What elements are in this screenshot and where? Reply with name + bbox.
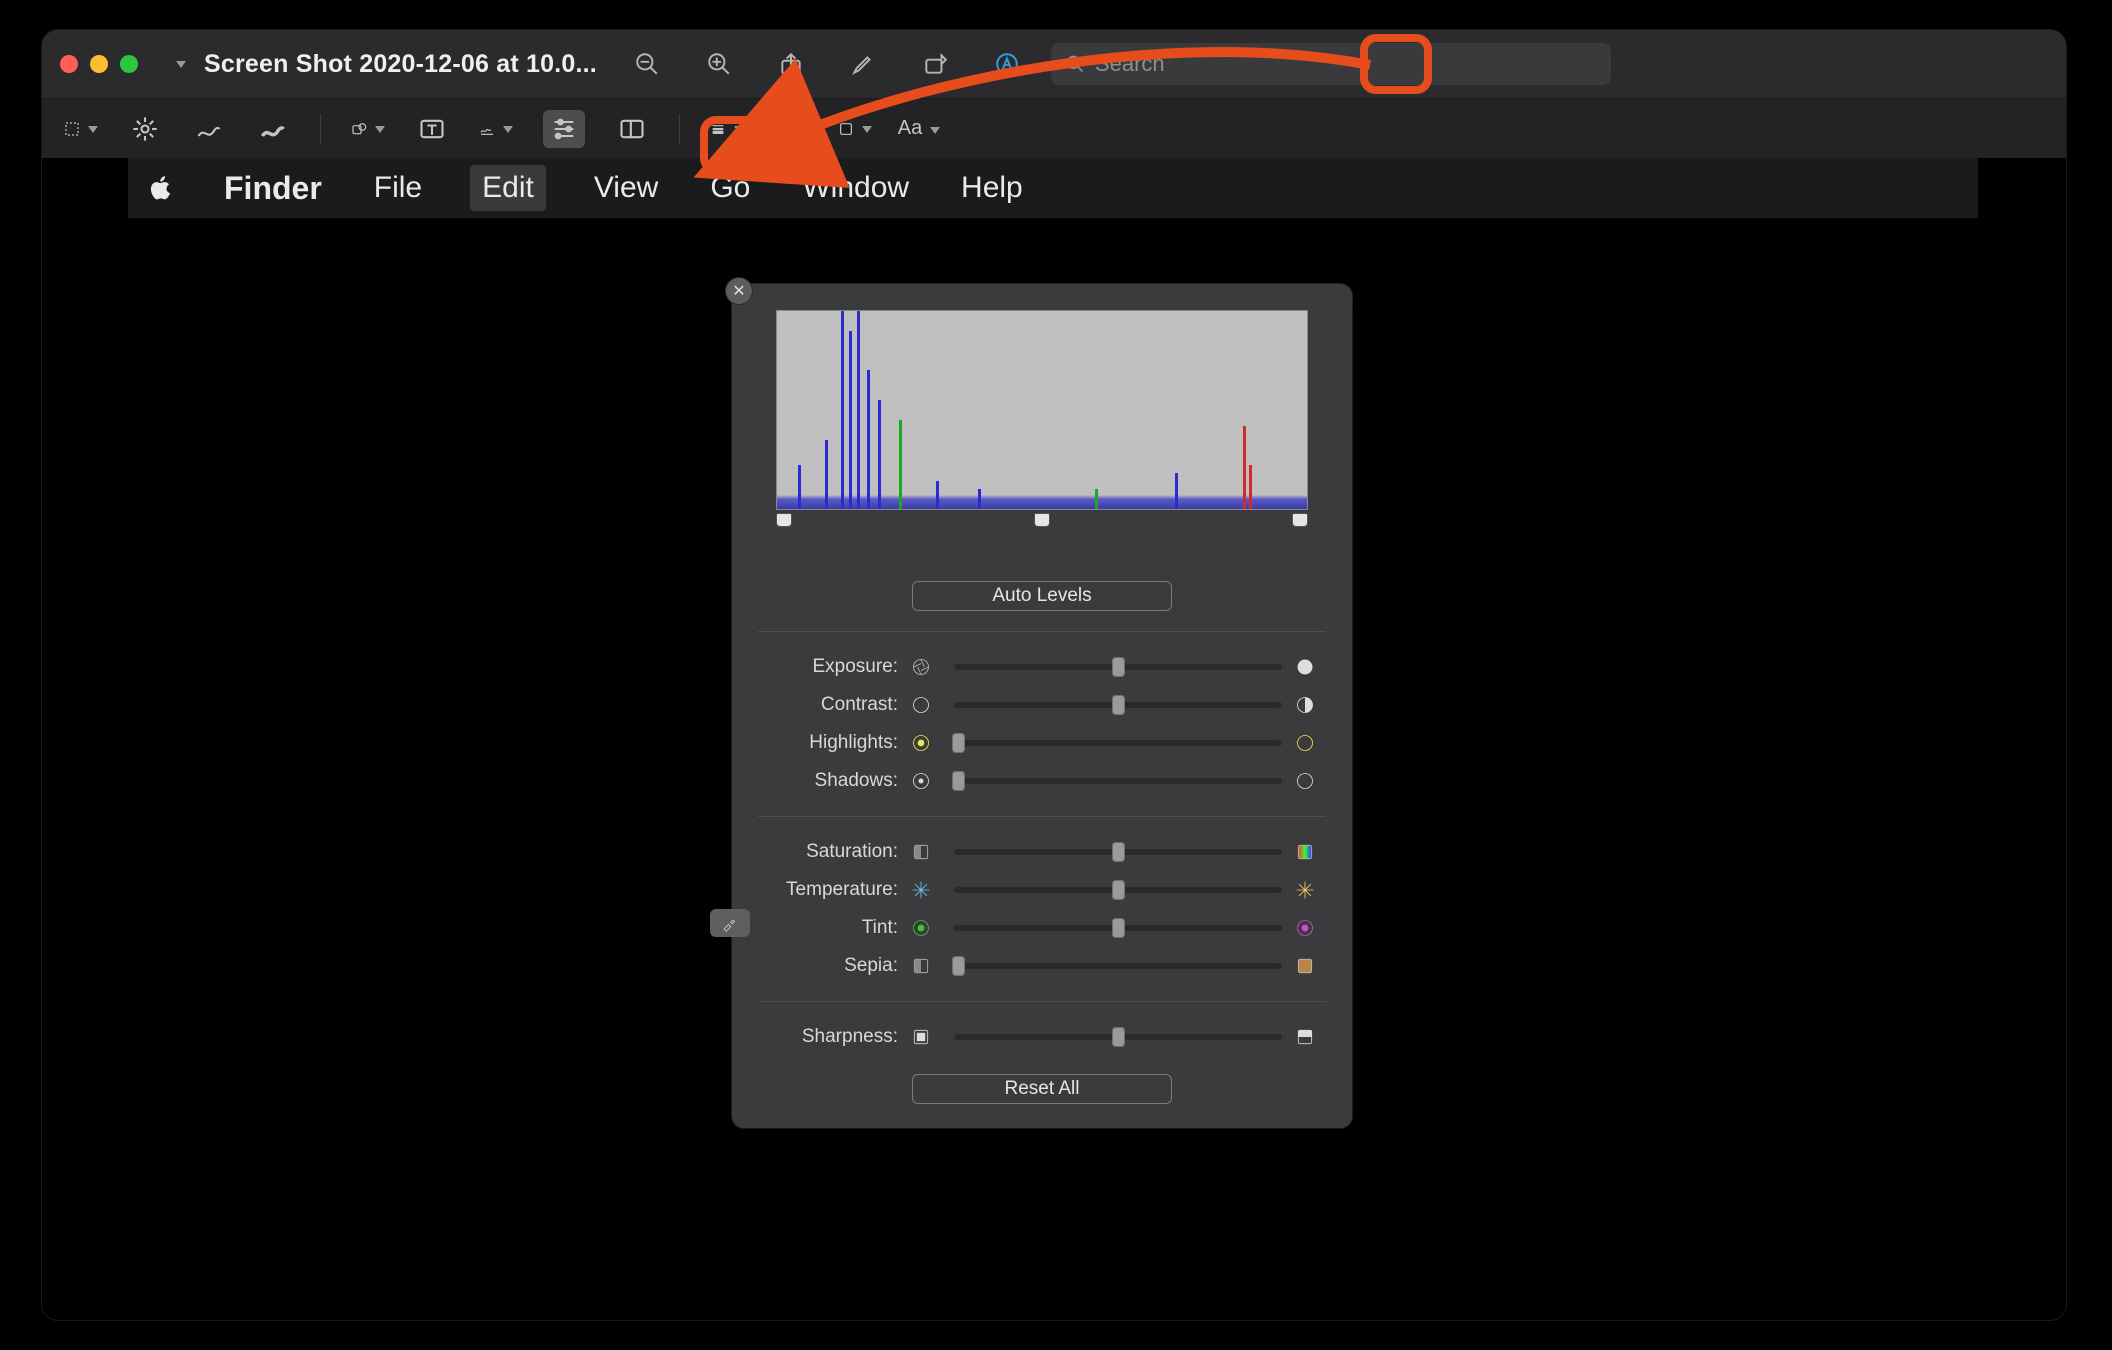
- highlights-row: Highlights:: [758, 724, 1326, 762]
- saturation-high-icon: [1294, 841, 1316, 863]
- captured-menubar: Finder File Edit View Go Window Help: [128, 158, 1978, 218]
- selection-tool[interactable]: [64, 112, 98, 146]
- aperture-closed-icon: [1294, 656, 1316, 678]
- menubar-app: Finder: [220, 164, 326, 213]
- tint-label: Tint:: [758, 917, 898, 939]
- popover-close-button[interactable]: ✕: [726, 278, 752, 304]
- zoom-in-icon[interactable]: [705, 50, 733, 78]
- adjust-color-tool[interactable]: [543, 110, 585, 148]
- apple-logo-icon: [146, 173, 176, 203]
- sign-tool[interactable]: [479, 112, 513, 146]
- sepia-high-icon: [1294, 955, 1316, 977]
- shapes-tool[interactable]: [351, 112, 385, 146]
- sepia-slider[interactable]: [954, 963, 1282, 969]
- annotation-arrow: [770, 40, 1390, 150]
- saturation-slider[interactable]: [954, 849, 1282, 855]
- saturation-low-icon: [910, 841, 932, 863]
- sharpness-label: Sharpness:: [758, 1026, 898, 1048]
- temperature-label: Temperature:: [758, 879, 898, 901]
- contrast-row: Contrast:: [758, 686, 1326, 724]
- adjust-size-tool[interactable]: [615, 112, 649, 146]
- shadows-slider[interactable]: [954, 778, 1282, 784]
- exposure-slider[interactable]: [954, 664, 1282, 670]
- contrast-high-icon: [1294, 694, 1316, 716]
- auto-levels-button[interactable]: Auto Levels: [912, 581, 1172, 611]
- content-area: Finder File Edit View Go Window Help ✕: [42, 158, 2066, 1320]
- tint-row: Tint:: [758, 909, 1326, 947]
- highlights-label: Highlights:: [758, 732, 898, 754]
- tint-magenta-icon: [1294, 917, 1316, 939]
- exposure-label: Exposure:: [758, 656, 898, 678]
- levels-handle-highlights[interactable]: [1292, 513, 1308, 527]
- saturation-label: Saturation:: [758, 841, 898, 863]
- menu-view: View: [590, 165, 662, 211]
- eyedropper-button[interactable]: [710, 909, 750, 937]
- saturation-row: Saturation:: [758, 833, 1326, 871]
- histogram: [776, 310, 1308, 510]
- menu-help: Help: [957, 165, 1027, 211]
- contrast-low-icon: [910, 694, 932, 716]
- shadows-high-icon: [1294, 770, 1316, 792]
- window-title: Screen Shot 2020-12-06 at 10.0...: [204, 50, 597, 79]
- menu-window: Window: [798, 165, 913, 211]
- sketch-tool[interactable]: [192, 112, 226, 146]
- highlights-high-icon: [1294, 732, 1316, 754]
- highlights-slider[interactable]: [954, 740, 1282, 746]
- highlights-low-icon: [910, 732, 932, 754]
- adjust-color-popover: ✕: [732, 284, 1352, 1128]
- minimize-window-button[interactable]: [90, 55, 108, 73]
- sharpness-high-icon: [1294, 1026, 1316, 1048]
- temperature-row: Temperature:: [758, 871, 1326, 909]
- tint-green-icon: [910, 917, 932, 939]
- sharpness-row: Sharpness:: [758, 1018, 1326, 1056]
- sepia-low-icon: [910, 955, 932, 977]
- contrast-slider[interactable]: [954, 702, 1282, 708]
- contrast-label: Contrast:: [758, 694, 898, 716]
- temperature-slider[interactable]: [954, 887, 1282, 893]
- menu-file: File: [370, 165, 426, 211]
- zoom-window-button[interactable]: [120, 55, 138, 73]
- levels-handle-shadows[interactable]: [776, 513, 792, 527]
- menu-edit: Edit: [470, 165, 546, 211]
- levels-handle-midtones[interactable]: [1034, 513, 1050, 527]
- instant-alpha-tool[interactable]: [128, 112, 162, 146]
- shadows-label: Shadows:: [758, 770, 898, 792]
- shadows-row: Shadows:: [758, 762, 1326, 800]
- sidebar-toggle[interactable]: [166, 55, 186, 73]
- traffic-lights: [60, 55, 138, 73]
- sharpness-low-icon: [910, 1026, 932, 1048]
- annotation-highlight-adjust-color: [700, 116, 770, 174]
- draw-tool[interactable]: [256, 112, 290, 146]
- sepia-row: Sepia:: [758, 947, 1326, 985]
- sepia-label: Sepia:: [758, 955, 898, 977]
- text-tool[interactable]: [415, 112, 449, 146]
- zoom-out-icon[interactable]: [633, 50, 661, 78]
- temperature-warm-icon: [1294, 879, 1316, 901]
- tint-slider[interactable]: [954, 925, 1282, 931]
- sharpness-slider[interactable]: [954, 1034, 1282, 1040]
- close-window-button[interactable]: [60, 55, 78, 73]
- preview-window: Screen Shot 2020-12-06 at 10.0... Search: [42, 30, 2066, 1320]
- aperture-open-icon: [910, 656, 932, 678]
- temperature-cold-icon: [910, 879, 932, 901]
- exposure-row: Exposure:: [758, 648, 1326, 686]
- shadows-low-icon: [910, 770, 932, 792]
- reset-all-button[interactable]: Reset All: [912, 1074, 1172, 1104]
